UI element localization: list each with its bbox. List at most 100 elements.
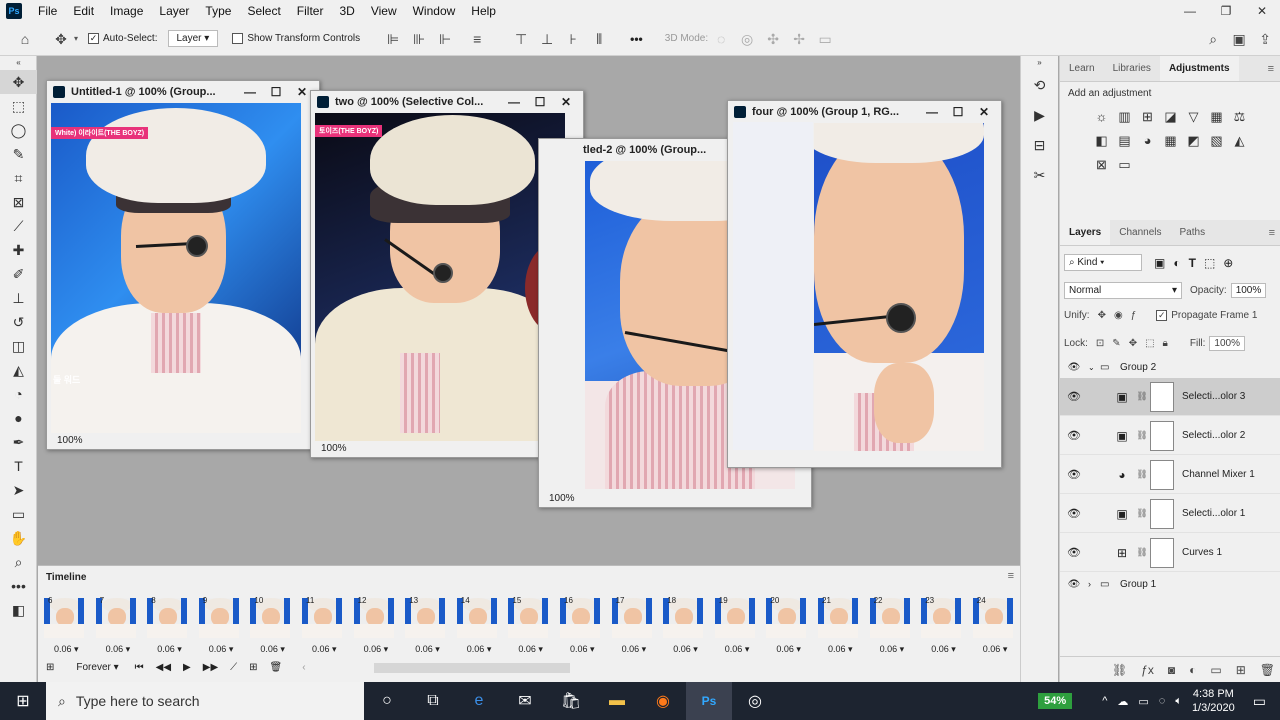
curves-icon[interactable]: ⊞ — [1136, 105, 1159, 129]
channel-mixer-icon[interactable]: ◕ — [1136, 129, 1159, 153]
onedrive-icon[interactable]: ☁︎ — [1117, 695, 1128, 708]
frame-delay[interactable]: 0.06 ▾ — [364, 644, 389, 655]
color-swatches-icon[interactable]: ◧ — [0, 598, 37, 622]
align-left-icon[interactable]: ⊫ — [382, 28, 404, 50]
timeline-frame[interactable]: 24 0.06 ▾ — [969, 594, 1020, 656]
lasso-tool-icon[interactable]: ◯ — [0, 118, 37, 142]
windows-start-icon[interactable]: ⊞ — [0, 691, 46, 711]
frame-delay[interactable]: 0.06 ▾ — [828, 644, 853, 655]
layer-mask-thumbnail[interactable] — [1150, 381, 1174, 412]
timeline-frame[interactable]: 10 0.06 ▾ — [246, 594, 297, 656]
blend-mode-dropdown[interactable]: Normal ▾ — [1064, 282, 1182, 299]
timeline-frame[interactable]: 7 0.06 ▾ — [92, 594, 143, 656]
move-tool-icon[interactable]: ✥ — [50, 28, 72, 50]
filter-pixel-icon[interactable]: ▣ — [1154, 256, 1165, 270]
menu-3d[interactable]: 3D — [331, 4, 362, 18]
vibrance-icon[interactable]: ▽ — [1182, 105, 1205, 129]
frame-delay[interactable]: 0.06 ▾ — [776, 644, 801, 655]
eyedropper-tool-icon[interactable]: ⟋ — [0, 214, 37, 238]
align-middle-icon[interactable]: ⊥ — [536, 28, 558, 50]
workspace-icon[interactable]: ▣ — [1228, 28, 1250, 50]
tab-channels[interactable]: Channels — [1110, 220, 1170, 245]
panel-menu-icon[interactable]: ≡ — [1269, 220, 1280, 245]
tab-libraries[interactable]: Libraries — [1104, 56, 1160, 81]
menu-layer[interactable]: Layer — [151, 4, 197, 18]
lock-all-icon[interactable]: 🔒︎ — [1163, 338, 1168, 349]
timeline-frame[interactable]: 16 0.06 ▾ — [556, 594, 607, 656]
prev-frame-icon[interactable]: ◀◀ — [156, 662, 171, 673]
maximize-button[interactable]: ☐ — [945, 101, 971, 123]
timeline-frame[interactable]: 14 0.06 ▾ — [453, 594, 504, 656]
history-brush-icon[interactable]: ↺ — [0, 310, 37, 334]
frame-delay[interactable]: 0.06 ▾ — [209, 644, 234, 655]
unify-position-icon[interactable]: ✥ — [1098, 310, 1106, 321]
panel-menu-icon[interactable]: ≡ — [1268, 56, 1280, 81]
visibility-eye-icon[interactable]: 👁︎ — [1060, 468, 1088, 481]
timeline-frame[interactable]: 12 0.06 ▾ — [350, 594, 401, 656]
document-titlebar[interactable]: four @ 100% (Group 1, RG... — ☐ ✕ — [728, 101, 1001, 123]
cortana-icon[interactable]: ○ — [364, 692, 410, 710]
frame-delay[interactable]: 0.06 ▾ — [312, 644, 337, 655]
black-white-icon[interactable]: ◧ — [1090, 129, 1113, 153]
menu-view[interactable]: View — [363, 4, 405, 18]
mail-icon[interactable]: ✉ — [502, 691, 548, 711]
frame-delay[interactable]: 0.06 ▾ — [157, 644, 182, 655]
minimize-button[interactable]: — — [237, 81, 263, 103]
link-layers-icon[interactable]: ⛓︎ — [1112, 663, 1127, 677]
visibility-eye-icon[interactable]: 👁︎ — [1060, 507, 1088, 520]
frame-delay[interactable]: 0.06 ▾ — [415, 644, 440, 655]
visibility-eye-icon[interactable]: 👁︎ — [1060, 362, 1088, 373]
store-icon[interactable]: 🛍︎ — [548, 691, 594, 711]
align-right-icon[interactable]: ⊩ — [434, 28, 456, 50]
filter-kind-dropdown[interactable]: ⌕ Kind ▾ — [1064, 254, 1142, 271]
move-tool-icon[interactable]: ✥ — [0, 70, 37, 94]
timeline-frame[interactable]: 21 0.06 ▾ — [814, 594, 865, 656]
frame-delay[interactable]: 0.06 ▾ — [467, 644, 492, 655]
network-icon[interactable]: ◌ — [1159, 695, 1166, 707]
zoom-level[interactable]: 100% — [315, 442, 353, 455]
timeline-frame[interactable]: 15 0.06 ▾ — [504, 594, 555, 656]
menu-filter[interactable]: Filter — [289, 4, 332, 18]
fill-input[interactable]: 100% — [1209, 336, 1245, 351]
lock-pixels-icon[interactable]: ✎ — [1112, 338, 1120, 349]
menu-select[interactable]: Select — [239, 4, 288, 18]
home-icon[interactable]: ⌂ — [14, 28, 36, 50]
unify-visibility-icon[interactable]: ◉ — [1114, 310, 1123, 321]
cc-libraries-icon[interactable]: ⊟ — [1021, 130, 1058, 160]
new-adjustment-icon[interactable]: ◐ — [1189, 663, 1196, 677]
timeline-frame[interactable]: 19 0.06 ▾ — [711, 594, 762, 656]
lock-position-icon[interactable]: ✥ — [1129, 338, 1137, 349]
align-bottom-icon[interactable]: ⊦ — [562, 28, 584, 50]
close-button[interactable]: ✕ — [553, 91, 579, 113]
frame-delay[interactable]: 0.06 ▾ — [106, 644, 131, 655]
pen-tool-icon[interactable]: ✒ — [0, 430, 37, 454]
menu-window[interactable]: Window — [405, 4, 464, 18]
blur-tool-icon[interactable]: ◔ — [0, 382, 37, 406]
color-balance-icon[interactable]: ⚖ — [1228, 105, 1251, 129]
obs-icon[interactable]: ◎ — [732, 691, 778, 711]
clone-stamp-icon[interactable]: ⊥ — [0, 286, 37, 310]
minimize-button[interactable]: — — [1172, 0, 1208, 22]
fx-icon[interactable]: ƒx — [1141, 663, 1154, 677]
canvas-image[interactable]: 토이즈(THE BOYZ) — [315, 113, 565, 441]
new-layer-icon[interactable]: ⊞ — [1236, 663, 1246, 677]
photoshop-taskbar-icon[interactable]: Ps — [686, 682, 732, 720]
invert-icon[interactable]: ◩ — [1182, 129, 1205, 153]
quick-select-tool-icon[interactable]: ✎ — [0, 142, 37, 166]
menu-type[interactable]: Type — [197, 4, 239, 18]
canvas-image[interactable]: White) 이라이트(THE BOYZ) 둘 워드 — [51, 103, 301, 433]
timeline-frame[interactable]: 6 0.06 ▾ — [40, 594, 91, 656]
filter-adjustment-icon[interactable]: ◐ — [1173, 256, 1180, 270]
frame-delay[interactable]: 0.06 ▾ — [673, 644, 698, 655]
file-explorer-icon[interactable]: ▬ — [594, 692, 640, 710]
new-group-icon[interactable]: ▭ — [1210, 663, 1221, 677]
hue-saturation-icon[interactable]: ▦ — [1205, 105, 1228, 129]
tab-layers[interactable]: Layers — [1060, 220, 1111, 245]
tween-icon[interactable]: ⟋ — [230, 662, 237, 673]
zoom-level[interactable]: 100% — [543, 492, 581, 505]
menu-edit[interactable]: Edit — [65, 4, 102, 18]
frame-delay[interactable]: 0.06 ▾ — [622, 644, 647, 655]
eraser-tool-icon[interactable]: ◫ — [0, 334, 37, 358]
align-center-icon[interactable]: ⊪ — [408, 28, 430, 50]
healing-brush-icon[interactable]: ✚ — [0, 238, 37, 262]
